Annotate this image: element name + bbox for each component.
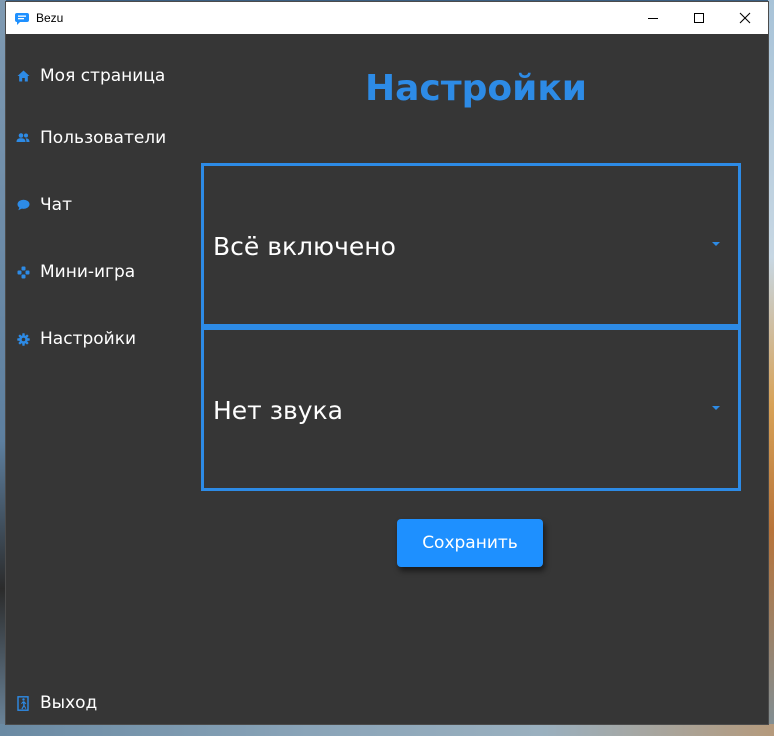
logout-button[interactable]: Выход	[16, 690, 97, 716]
sidebar-item-label: Настройки	[40, 329, 137, 349]
select-value: Всё включено	[213, 232, 396, 261]
dropdown-arrow-icon	[712, 242, 720, 246]
close-icon	[739, 12, 751, 24]
sidebar-item-settings[interactable]: Настройки	[16, 326, 136, 352]
select-value: Нет звука	[213, 396, 343, 425]
close-button[interactable]	[722, 2, 768, 34]
logout-label: Выход	[40, 693, 98, 713]
chat-app-icon	[14, 11, 30, 25]
maximize-icon	[694, 13, 704, 23]
sidebar-item-label: Пользователи	[40, 128, 167, 148]
home-icon	[16, 69, 30, 83]
page-title: Настройки	[364, 68, 587, 109]
title-bar[interactable]: Bezu	[6, 2, 768, 34]
window-controls	[630, 2, 768, 34]
users-icon	[16, 131, 30, 145]
desktop-background-bottom	[0, 724, 774, 736]
sound-select[interactable]: Нет звука	[201, 327, 741, 491]
save-button[interactable]: Сохранить	[397, 519, 543, 567]
gamepad-icon	[16, 265, 30, 279]
window-title: Bezu	[36, 11, 64, 25]
sidebar-item-label: Моя страница	[40, 66, 166, 86]
minimize-icon	[648, 18, 658, 19]
sidebar-item-users[interactable]: Пользователи	[16, 125, 166, 151]
sidebar-item-label: Чат	[40, 195, 72, 215]
sidebar-item-label: Мини-игра	[40, 262, 136, 282]
minimize-button[interactable]	[630, 2, 676, 34]
sidebar-item-mini-game[interactable]: Мини-игра	[16, 259, 135, 285]
chat-bubble-icon	[16, 198, 30, 212]
sidebar: Моя страница Пользователи Чат Мини-игра …	[6, 34, 196, 724]
sidebar-item-my-page[interactable]: Моя страница	[16, 63, 165, 89]
gear-icon	[16, 332, 30, 346]
sidebar-item-chat[interactable]: Чат	[16, 192, 72, 218]
exit-door-icon	[16, 695, 30, 711]
notifications-select[interactable]: Всё включено	[201, 163, 741, 327]
desktop-background-right	[768, 0, 774, 736]
maximize-button[interactable]	[676, 2, 722, 34]
app-window: Bezu Моя страница Пользователи Чат Мини-…	[6, 2, 768, 724]
dropdown-arrow-icon	[712, 406, 720, 410]
